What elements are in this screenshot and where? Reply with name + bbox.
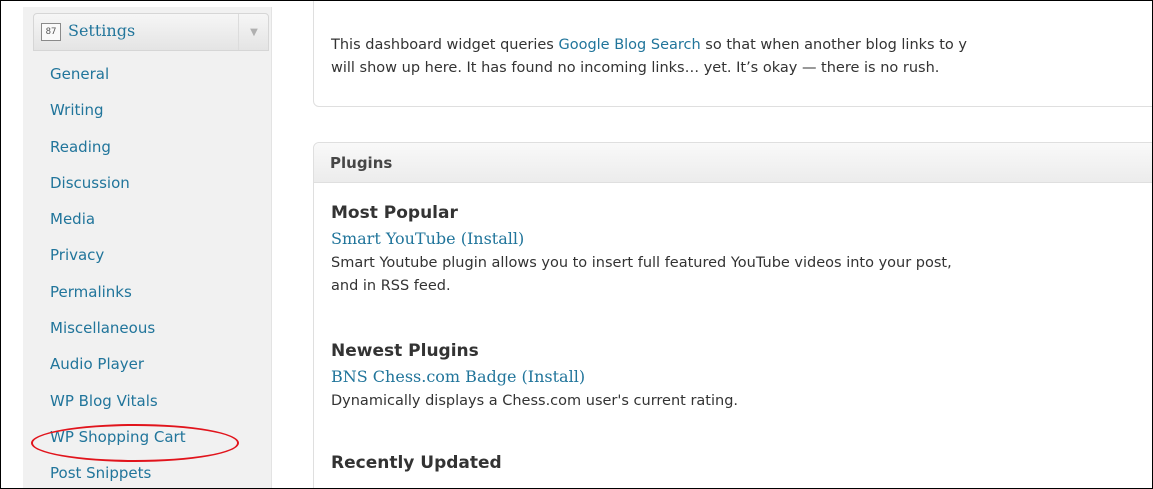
plugins-section-recently-updated: Recently Updated [331, 451, 502, 475]
incoming-text-line2: will show up here. It has found no incom… [331, 60, 940, 76]
paren-close: ) [518, 229, 525, 248]
plugins-widget-title: Plugins [330, 154, 393, 172]
chevron-down-icon[interactable]: ▼ [238, 14, 269, 50]
plugin-line: BNS Chess.com Badge (Install) [331, 363, 738, 390]
sidebar-item-privacy[interactable]: Privacy [23, 240, 186, 276]
install-link[interactable]: Install [467, 229, 518, 248]
plugin-description-cont: and in RSS feed. [331, 278, 451, 294]
settings-title[interactable]: Settings [68, 21, 135, 40]
sidebar-item-reading[interactable]: Reading [23, 132, 186, 168]
sidebar-item-writing[interactable]: Writing [23, 95, 186, 131]
sidebar-item-discussion[interactable]: Discussion [23, 168, 186, 204]
plugins-widget: Plugins Most Popular Smart YouTube (Inst… [313, 142, 1152, 488]
paren-open: ( [455, 229, 467, 248]
screenshot-frame: 87 Settings ▼ General Writing Reading Di… [0, 0, 1153, 489]
sidebar-item-media[interactable]: Media [23, 204, 186, 240]
plugin-line: Smart YouTube (Install) [331, 225, 952, 252]
sidebar-item-miscellaneous[interactable]: Miscellaneous [23, 313, 186, 349]
google-blog-search-link[interactable]: Google Blog Search [558, 37, 700, 53]
dashboard-main: This dashboard widget queries Google Blo… [273, 1, 1152, 488]
settings-submenu: General Writing Reading Discussion Media… [23, 59, 186, 488]
install-link[interactable]: Install [528, 367, 579, 386]
incoming-text-after: so that when another blog links to y [700, 37, 967, 53]
plugins-widget-header[interactable]: Plugins [314, 143, 1152, 183]
sidebar-item-audio-player[interactable]: Audio Player [23, 349, 186, 385]
plugin-name-link[interactable]: BNS Chess.com Badge [331, 367, 516, 386]
incoming-text-before: This dashboard widget queries [331, 37, 559, 53]
plugins-section-most-popular: Most Popular Smart YouTube (Install) Sma… [331, 201, 952, 298]
sidebar-item-permalinks[interactable]: Permalinks [23, 277, 186, 313]
incoming-links-widget: This dashboard widget queries Google Blo… [313, 1, 1152, 107]
plugin-name-link[interactable]: Smart YouTube [331, 229, 456, 248]
section-heading: Most Popular [331, 203, 458, 223]
paren-open: ( [516, 367, 528, 386]
plugin-description: Smart Youtube plugin allows you to inser… [331, 255, 952, 271]
sidebar-item-general[interactable]: General [23, 59, 186, 95]
admin-sidebar: 87 Settings ▼ General Writing Reading Di… [23, 7, 272, 488]
section-heading: Recently Updated [331, 453, 502, 473]
paren-close: ) [578, 367, 586, 386]
sidebar-item-wp-blog-vitals[interactable]: WP Blog Vitals [23, 386, 186, 422]
plugin-description: Dynamically displays a Chess.com user's … [331, 393, 739, 409]
sidebar-item-wp-shopping-cart[interactable]: WP Shopping Cart [23, 422, 186, 458]
plugins-section-newest: Newest Plugins BNS Chess.com Badge (Inst… [331, 339, 738, 413]
incoming-links-text: This dashboard widget queries Google Blo… [331, 34, 1152, 80]
settings-menu-header[interactable]: 87 Settings ▼ [33, 13, 269, 51]
section-heading: Newest Plugins [331, 341, 479, 361]
settings-icon: 87 [41, 23, 61, 41]
sidebar-item-post-snippets[interactable]: Post Snippets [23, 458, 186, 488]
